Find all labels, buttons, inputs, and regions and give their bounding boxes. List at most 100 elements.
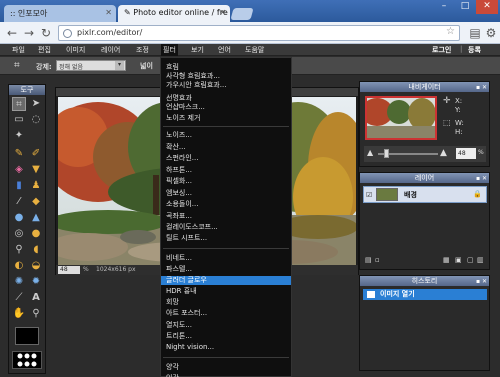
picker-icon[interactable]: ⁄: [12, 195, 26, 209]
menu-file[interactable]: 파일: [12, 45, 25, 55]
view-mode-icon[interactable]: [12, 351, 42, 369]
duplicate-layer-icon[interactable]: ▣: [455, 256, 462, 264]
lasso-icon[interactable]: ◌: [29, 113, 43, 127]
eyedropper-icon[interactable]: ⟋: [12, 291, 26, 305]
star-icon[interactable]: ☆: [446, 26, 455, 37]
burn-icon[interactable]: ◖: [29, 243, 43, 257]
reload-icon[interactable]: ↻: [39, 26, 53, 40]
menu-edit[interactable]: 편집: [38, 45, 51, 55]
text-tool-icon[interactable]: A: [29, 291, 43, 305]
panel-close-icon[interactable]: ▪ ✕: [476, 277, 487, 287]
menu-layer[interactable]: 레이어: [101, 45, 120, 55]
new-layer-icon[interactable]: ▢: [467, 256, 474, 264]
menu-item-polar[interactable]: 곡좌표...: [161, 212, 291, 221]
spot-heal-icon[interactable]: ◒: [29, 259, 43, 273]
panel-close-icon[interactable]: ▪ ✕: [476, 83, 487, 93]
layer-row[interactable]: ☑ 배경 🔒: [363, 186, 487, 203]
menu-item-tritone[interactable]: 트리톤...: [161, 332, 291, 341]
close-icon[interactable]: ✕: [219, 8, 226, 17]
menu-view[interactable]: 보기: [191, 45, 204, 55]
forward-icon[interactable]: →: [22, 26, 36, 40]
foreground-color-swatch[interactable]: [15, 327, 39, 345]
menu-item-hdr[interactable]: HDR 흉내: [161, 287, 291, 296]
bloat-icon[interactable]: ✺: [12, 275, 26, 289]
history-item[interactable]: 이미지 열기: [363, 289, 487, 300]
navigator-preview[interactable]: [365, 96, 437, 140]
menu-item-sharpen[interactable]: 선명효과: [161, 94, 291, 103]
brush-icon[interactable]: ✐: [29, 147, 43, 161]
menu-language[interactable]: 언어: [218, 45, 231, 55]
bucket-icon[interactable]: ▼: [29, 163, 43, 177]
back-icon[interactable]: ←: [5, 26, 19, 40]
stamp-icon[interactable]: ♟: [29, 179, 43, 193]
menu-item-denoise[interactable]: 노이즈 제거: [161, 114, 291, 123]
menu-item-unsharp-mask[interactable]: 언샵마스크...: [161, 103, 291, 112]
redeye-icon[interactable]: ◐: [12, 259, 26, 273]
blur-icon[interactable]: ▲: [29, 211, 43, 225]
menu-filter[interactable]: 필터: [161, 44, 178, 56]
menu-item-scanlines[interactable]: 스펀라인...: [161, 154, 291, 163]
menu-item-art-poster[interactable]: 아트 포스터...: [161, 309, 291, 318]
menu-item-diffuse[interactable]: 확산...: [161, 143, 291, 152]
menu-item-gaussian-blur[interactable]: 가우시안 흐림효과...: [161, 81, 291, 90]
zoom-out-icon[interactable]: ▲: [367, 148, 373, 157]
menu-item-emboss[interactable]: 엠보싱...: [161, 189, 291, 198]
eraser-icon[interactable]: ◈: [12, 163, 26, 177]
menu-item-glamour-glow[interactable]: 글러더 글로우: [161, 276, 291, 285]
menu-item-tilt-shift[interactable]: 틸트 시프트...: [161, 234, 291, 243]
wrench-icon[interactable]: ⚙: [484, 26, 498, 40]
panel-close-icon[interactable]: ▪ ✕: [476, 174, 487, 184]
menu-item-kaleidoscope[interactable]: 컬레이도스코프...: [161, 223, 291, 232]
sponge-icon[interactable]: ◎: [12, 227, 26, 241]
menu-help[interactable]: 도움말: [245, 45, 264, 55]
layer-mask-icon[interactable]: ▫: [375, 256, 380, 264]
window-close-icon[interactable]: ✕: [476, 0, 498, 14]
tab-photo-editor[interactable]: ✎ Photo editor online / fre ✕: [118, 5, 230, 22]
login-link[interactable]: 로그인: [432, 45, 451, 55]
menu-item-twirl[interactable]: 소용돌이...: [161, 200, 291, 209]
layer-style-icon[interactable]: ▦: [443, 256, 450, 264]
crop-icon[interactable]: ⌗: [12, 97, 26, 111]
menu-image[interactable]: 이미지: [66, 45, 85, 55]
checkbox-icon[interactable]: ☑: [366, 191, 372, 199]
maximize-icon[interactable]: □: [455, 0, 475, 14]
menu-item-pastel[interactable]: 파스텔...: [161, 265, 291, 274]
menu-item-blur[interactable]: 흐림: [161, 63, 291, 72]
pencil-icon[interactable]: ✎: [12, 147, 26, 161]
move-icon[interactable]: ➤: [29, 97, 43, 111]
zoom-slider-handle[interactable]: [384, 149, 389, 158]
zoom-in-icon[interactable]: ▲: [440, 148, 447, 158]
pinch-icon[interactable]: ✹: [29, 275, 43, 289]
trash-icon[interactable]: ▥: [477, 256, 484, 264]
menu-item-pixelate[interactable]: 픽셀화...: [161, 177, 291, 186]
hand-icon[interactable]: ✋: [12, 307, 26, 321]
magnifier-icon[interactable]: ⚲: [29, 307, 43, 321]
menu-item-noise[interactable]: 노이즈...: [161, 131, 291, 140]
tab-infomoa[interactable]: :: 인포모아 ✕: [4, 5, 116, 22]
gradient-icon[interactable]: ▮: [12, 179, 26, 193]
menu-item-halftone[interactable]: 하프톤...: [161, 166, 291, 175]
page-icon[interactable]: ▤: [468, 26, 482, 40]
dodge-icon[interactable]: ●: [29, 227, 43, 241]
new-tab-button[interactable]: [230, 8, 254, 20]
wand-icon[interactable]: ✦: [12, 129, 26, 143]
menu-item-box-blur[interactable]: 사각형 흐림효과...: [161, 72, 291, 81]
minimize-icon[interactable]: –: [434, 0, 454, 14]
menu-item-relief[interactable]: 양각: [161, 363, 291, 372]
canvas-zoom-input[interactable]: 48: [58, 266, 80, 274]
navigator-zoom-input[interactable]: 48: [456, 148, 476, 159]
zoom-tool-icon[interactable]: ⚲: [12, 243, 26, 257]
menu-item-night-vision[interactable]: Night vision...: [161, 343, 291, 352]
marquee-icon[interactable]: ▭: [12, 113, 26, 127]
layer-settings-icon[interactable]: ▤: [365, 256, 372, 264]
mode-select[interactable]: 정해 없음 ▾: [56, 60, 126, 71]
close-icon[interactable]: ✕: [105, 8, 112, 17]
drawing-icon[interactable]: ◆: [29, 195, 43, 209]
menu-adjust[interactable]: 조정: [136, 45, 149, 55]
menu-item-vignette[interactable]: 비네트...: [161, 254, 291, 263]
url-input[interactable]: pixlr.com/editor/ ☆: [58, 25, 460, 41]
menu-item-heatmap[interactable]: 열지도...: [161, 321, 291, 330]
menu-item-hope[interactable]: 회망: [161, 298, 291, 307]
register-link[interactable]: 등록: [468, 45, 481, 55]
drop-icon[interactable]: ●: [12, 211, 26, 225]
